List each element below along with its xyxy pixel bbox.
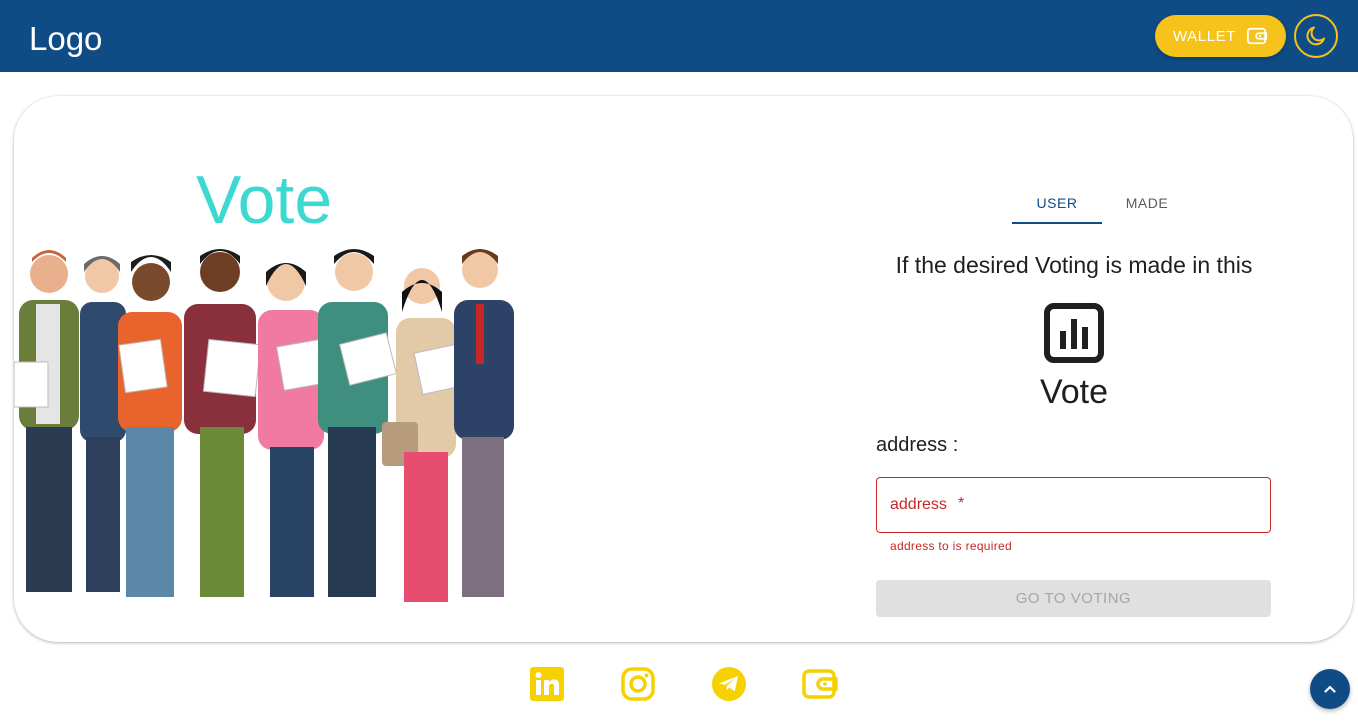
wallet-icon	[802, 669, 838, 699]
address-field: *	[876, 477, 1271, 533]
linkedin-link[interactable]	[527, 664, 567, 704]
logo[interactable]: Logo	[29, 20, 102, 58]
poll-chart-icon	[1044, 303, 1104, 363]
tab-made[interactable]: MADE	[1102, 182, 1192, 224]
main-card: Vote USER MADE If the desired Voting is …	[14, 96, 1353, 642]
scroll-to-top-button[interactable]	[1310, 669, 1350, 709]
wallet-button[interactable]: WALLET	[1155, 15, 1286, 57]
address-input[interactable]	[877, 478, 1270, 532]
hero-title: Vote	[196, 162, 333, 238]
address-error-text: address to is required	[890, 539, 1012, 553]
linkedin-icon	[530, 667, 564, 701]
telegram-icon	[712, 667, 746, 701]
app-header: Logo WALLET	[0, 0, 1358, 72]
instagram-link[interactable]	[618, 664, 658, 704]
address-label: address :	[876, 434, 959, 456]
wallet-link[interactable]	[800, 664, 840, 704]
people-holding-ballots-illustration	[14, 249, 514, 602]
theme-toggle-button[interactable]	[1294, 14, 1338, 58]
instagram-icon	[621, 667, 655, 701]
chevron-up-icon	[1324, 685, 1336, 693]
vote-label: Vote	[1039, 373, 1109, 411]
telegram-link[interactable]	[709, 664, 749, 704]
tab-user[interactable]: USER	[1012, 182, 1102, 224]
info-text: If the desired Voting is made in this	[895, 252, 1253, 278]
moon-icon	[1306, 26, 1325, 46]
mode-tabs: USER MADE	[1012, 182, 1192, 224]
wallet-icon	[1247, 27, 1268, 45]
wallet-button-label: WALLET	[1172, 27, 1237, 45]
go-to-voting-button[interactable]: GO TO VOTING	[876, 580, 1271, 617]
